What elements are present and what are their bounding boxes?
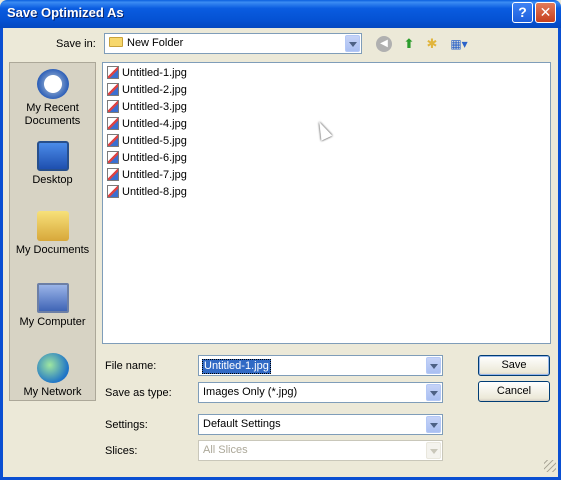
folder-icon bbox=[109, 37, 123, 47]
save-as-type-label: Save as type: bbox=[105, 387, 172, 399]
cancel-button[interactable]: Cancel bbox=[478, 381, 550, 402]
recent-documents-icon bbox=[36, 69, 69, 99]
title-bar[interactable]: Save Optimized As ? ✕ bbox=[0, 0, 561, 28]
file-list[interactable]: Untitled-1.jpg Untitled-2.jpg Untitled-3… bbox=[102, 62, 551, 344]
chevron-down-icon[interactable] bbox=[426, 357, 441, 374]
save-button[interactable]: Save bbox=[478, 355, 550, 376]
place-my-computer[interactable]: My Computer bbox=[10, 283, 95, 329]
list-item[interactable]: Untitled-6.jpg bbox=[107, 151, 187, 168]
save-in-label: Save in: bbox=[56, 38, 96, 50]
list-item[interactable]: Untitled-2.jpg bbox=[107, 83, 187, 100]
jpg-file-icon bbox=[107, 168, 119, 181]
window-title: Save Optimized As bbox=[7, 5, 124, 20]
my-network-icon bbox=[36, 353, 69, 383]
file-name-input[interactable]: Untitled-1.jpg bbox=[198, 355, 443, 376]
place-label: Desktop bbox=[32, 174, 73, 186]
place-my-network[interactable]: My Network bbox=[10, 353, 95, 399]
places-bar: My Recent Documents Desktop My Documents… bbox=[9, 62, 96, 401]
settings-dropdown[interactable]: Default Settings bbox=[198, 414, 443, 435]
desktop-icon bbox=[36, 141, 69, 171]
settings-value: Default Settings bbox=[203, 418, 281, 430]
place-recent-documents[interactable]: My Recent Documents bbox=[10, 69, 95, 128]
place-label: My Network bbox=[23, 386, 82, 398]
chevron-down-icon bbox=[426, 442, 441, 459]
file-name-label: File name: bbox=[105, 360, 157, 372]
settings-label: Settings: bbox=[105, 419, 148, 431]
close-button[interactable]: ✕ bbox=[535, 2, 556, 23]
place-label: My Recent Documents bbox=[24, 102, 81, 127]
save-as-type-value: Images Only (*.jpg) bbox=[203, 386, 298, 398]
slices-dropdown: All Slices bbox=[198, 440, 443, 461]
list-item[interactable]: Untitled-8.jpg bbox=[107, 185, 187, 202]
list-item[interactable]: Untitled-7.jpg bbox=[107, 168, 187, 185]
save-as-type-dropdown[interactable]: Images Only (*.jpg) bbox=[198, 382, 443, 403]
jpg-file-icon bbox=[107, 185, 119, 198]
resize-grip-icon[interactable] bbox=[544, 460, 556, 472]
my-computer-icon bbox=[36, 283, 69, 313]
help-button[interactable]: ? bbox=[512, 2, 533, 23]
place-label: My Documents bbox=[15, 244, 90, 256]
window-border-left bbox=[0, 28, 3, 480]
file-name-value: Untitled-1.jpg bbox=[202, 359, 271, 374]
place-label: My Computer bbox=[19, 316, 86, 328]
save-in-value: New Folder bbox=[127, 37, 184, 49]
back-icon[interactable]: ◀ bbox=[376, 36, 392, 52]
place-desktop[interactable]: Desktop bbox=[10, 141, 95, 187]
jpg-file-icon bbox=[107, 117, 119, 130]
chevron-down-icon[interactable] bbox=[426, 416, 441, 433]
chevron-down-icon[interactable] bbox=[426, 384, 441, 401]
slices-label: Slices: bbox=[105, 445, 138, 457]
list-item[interactable]: Untitled-1.jpg bbox=[107, 66, 187, 83]
place-my-documents[interactable]: My Documents bbox=[10, 211, 95, 257]
up-one-level-icon[interactable]: ⬆ bbox=[400, 36, 418, 52]
list-item[interactable]: Untitled-5.jpg bbox=[107, 134, 187, 151]
save-in-dropdown[interactable]: New Folder bbox=[104, 33, 362, 54]
new-folder-icon[interactable]: ✱ bbox=[423, 36, 441, 52]
my-documents-icon bbox=[36, 211, 69, 241]
list-item[interactable]: Untitled-3.jpg bbox=[107, 100, 187, 117]
jpg-file-icon bbox=[107, 100, 119, 113]
views-menu-icon[interactable]: ▦▾ bbox=[448, 36, 470, 52]
jpg-file-icon bbox=[107, 83, 119, 96]
jpg-file-icon bbox=[107, 66, 119, 79]
chevron-down-icon[interactable] bbox=[345, 35, 360, 52]
list-item[interactable]: Untitled-4.jpg bbox=[107, 117, 187, 134]
jpg-file-icon bbox=[107, 134, 119, 147]
slices-value: All Slices bbox=[203, 444, 248, 456]
jpg-file-icon bbox=[107, 151, 119, 164]
